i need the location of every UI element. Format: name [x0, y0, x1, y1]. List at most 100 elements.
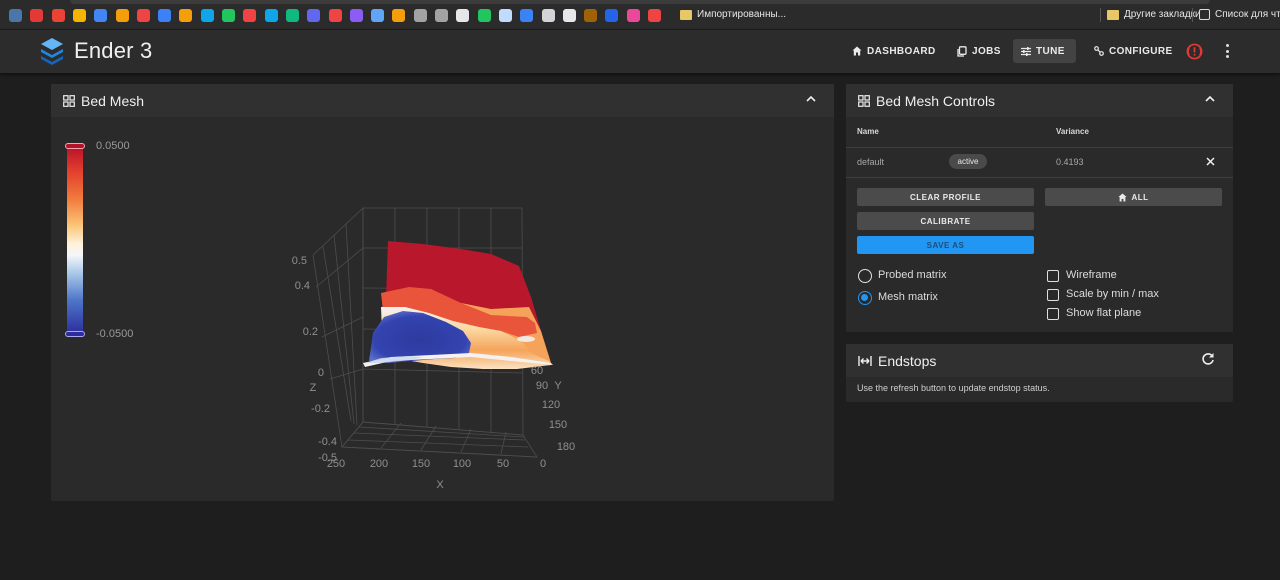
grid-icon [858, 94, 870, 107]
mesh-matrix-label[interactable]: Mesh matrix [878, 291, 938, 303]
bookmark-favicon-icon[interactable] [498, 9, 512, 22]
bookmark-favicon-icon[interactable] [285, 9, 299, 22]
bookmark-folder-other[interactable]: Другие закладки [1107, 9, 1201, 20]
bookmark-favicon-icon[interactable] [584, 9, 598, 22]
emergency-stop-icon[interactable] [1186, 43, 1203, 60]
y-tick-label: 180 [557, 441, 575, 453]
bookmark-favicon-icon[interactable] [435, 9, 448, 22]
bookmark-favicon-icon[interactable] [562, 9, 576, 22]
y-tick-label: 90 [536, 380, 548, 392]
column-header-variance: Variance [1056, 127, 1089, 136]
bookmark-favicon-icon[interactable] [51, 9, 65, 22]
folder-icon [1107, 9, 1119, 20]
bed-mesh-card-header: Bed Mesh [51, 84, 834, 117]
calibrate-button[interactable]: CALIBRATE [857, 212, 1034, 230]
y-tick-label: 60 [531, 365, 543, 377]
bed-mesh-controls-title: Bed Mesh Controls [876, 92, 996, 109]
profile-name[interactable]: default [857, 157, 884, 167]
bookmark-favicon-icon[interactable] [626, 9, 640, 22]
nav-dashboard[interactable]: DASHBOARD [844, 39, 944, 63]
probed-matrix-label[interactable]: Probed matrix [878, 269, 946, 281]
reading-list-icon [1199, 9, 1210, 20]
x-tick-label: 50 [497, 458, 509, 470]
bookmark-favicon-icon[interactable] [179, 9, 193, 22]
nav-configure[interactable]: CONFIGURE [1086, 39, 1181, 63]
wireframe-checkbox[interactable] [1047, 270, 1059, 282]
endstops-icon [858, 355, 872, 366]
bookmark-favicon-icon[interactable] [136, 9, 150, 22]
reading-list-button[interactable]: Список для чтени [1199, 9, 1280, 20]
bookmark-favicon-icon[interactable] [349, 9, 363, 22]
bookmark-favicon-icon[interactable] [605, 9, 619, 22]
bookmark-favicon-icon[interactable] [72, 9, 86, 22]
bookmark-favicon-icon[interactable] [30, 9, 44, 22]
bookmark-favicon-icon[interactable] [200, 9, 214, 22]
z-tick-label: -0.4 [318, 436, 337, 448]
bookmark-favicon-icon[interactable] [477, 9, 491, 22]
z-tick-label: 0.4 [295, 280, 310, 292]
wireframe-label[interactable]: Wireframe [1066, 269, 1117, 281]
z-tick-label: 0.2 [303, 326, 318, 338]
nav-jobs[interactable]: JOBS [949, 39, 1009, 63]
bookmark-favicon-icon[interactable] [541, 9, 555, 22]
endstops-message: Use the refresh button to update endstop… [857, 383, 1050, 393]
table-divider [846, 177, 1233, 178]
bed-mesh-3d-plot[interactable]: 0.5 0.4 0.2 0 Z -0.2 -0.4 -0.5 250 200 1… [51, 117, 591, 497]
clear-profile-button[interactable]: CLEAR PROFILE [857, 188, 1034, 206]
probed-matrix-radio[interactable] [858, 269, 872, 283]
collapse-chevron-icon[interactable] [1205, 95, 1215, 103]
settings-icon [1094, 46, 1104, 56]
folder-icon [680, 9, 692, 20]
tune-icon [1021, 46, 1031, 56]
bookmarks-bar: Импортированны... Другие закладки Список… [0, 0, 1280, 30]
show-flat-plane-checkbox[interactable] [1047, 308, 1059, 320]
x-tick-label: 200 [370, 458, 388, 470]
bookmark-favicon-icon[interactable] [648, 9, 661, 22]
x-tick-label: 250 [327, 458, 345, 470]
z-axis-title: Z [310, 382, 317, 394]
bookmark-favicon-icon[interactable] [9, 9, 22, 22]
home-all-button[interactable]: ALL [1045, 188, 1222, 206]
column-header-name: Name [857, 127, 879, 136]
plot-floor-grid [341, 421, 538, 458]
y-tick-label: 150 [549, 419, 567, 431]
bookmark-favicon-icon[interactable] [94, 9, 108, 22]
endstops-title: Endstops [878, 352, 937, 369]
grid-icon [63, 94, 75, 107]
bed-mesh-controls-header: Bed Mesh Controls [846, 84, 1233, 117]
bookmark-folder-imported[interactable]: Импортированны... [680, 9, 786, 20]
more-menu-icon[interactable] [1224, 44, 1230, 58]
home-icon [1118, 192, 1128, 202]
nav-tune[interactable]: TUNE [1013, 39, 1076, 63]
y-axis-title: Y [554, 380, 562, 392]
tab-strip-edge [70, 0, 1210, 4]
collapse-chevron-icon[interactable] [806, 95, 816, 103]
scale-by-minmax-checkbox[interactable] [1047, 289, 1059, 301]
show-flat-plane-label[interactable]: Show flat plane [1066, 307, 1141, 319]
refresh-icon[interactable] [1201, 352, 1215, 366]
bookmark-favicon-icon[interactable] [413, 9, 427, 22]
bookmark-favicon-icon[interactable] [307, 9, 321, 22]
bookmark-favicon-icon[interactable] [392, 9, 406, 22]
bookmark-favicon-icon[interactable] [222, 9, 235, 22]
bookmark-favicon-icon[interactable] [264, 9, 278, 22]
bed-mesh-title: Bed Mesh [81, 92, 145, 109]
z-tick-label: 0 [318, 367, 324, 379]
save-as-button[interactable]: SAVE AS [857, 236, 1034, 254]
bookmark-favicon-icon[interactable] [371, 9, 385, 22]
bookmark-favicon-icon[interactable] [243, 9, 257, 22]
bookmarks-separator [1192, 8, 1193, 22]
x-tick-label: 0 [540, 458, 546, 470]
x-axis-title: X [436, 479, 444, 491]
bookmark-favicon-icon[interactable] [328, 9, 342, 22]
remove-profile-icon[interactable] [1206, 157, 1215, 166]
mesh-matrix-radio[interactable] [858, 291, 872, 305]
z-tick-label: 0.5 [292, 255, 307, 267]
bookmark-favicon-icon[interactable] [158, 9, 172, 22]
bookmark-favicon-icon[interactable] [520, 9, 534, 22]
bookmark-favicon-icon[interactable] [115, 9, 129, 22]
scale-by-minmax-label[interactable]: Scale by min / max [1066, 288, 1159, 300]
profile-variance: 0.4193 [1056, 157, 1084, 167]
endstops-card: Endstops [846, 344, 1233, 402]
bookmark-favicon-icon[interactable] [456, 9, 470, 22]
